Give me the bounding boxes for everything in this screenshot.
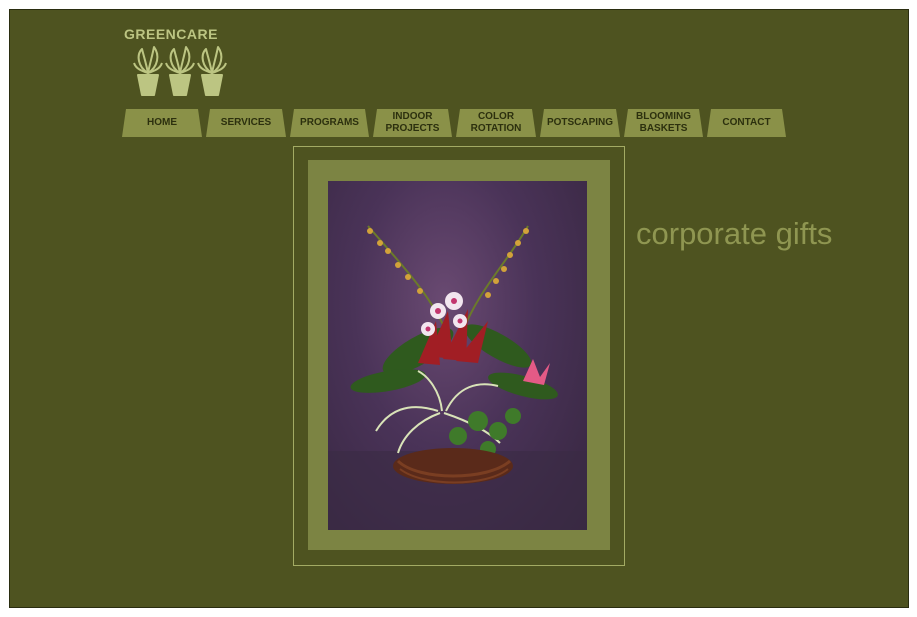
nav-tab-color-rotation[interactable]: COLOR ROTATION [456,109,536,137]
main-navigation: HOME SERVICES PROGRAMS INDOOR PROJECTS C… [122,109,802,139]
potted-plant-icon [165,46,195,96]
nav-tab-services[interactable]: SERVICES [206,109,286,137]
plant-arrangement-image [328,225,587,530]
nav-tab-blooming-baskets[interactable]: BLOOMING BASKETS [624,109,703,137]
nav-tab-potscaping[interactable]: POTSCAPING [540,109,620,137]
nav-tab-programs[interactable]: PROGRAMS [290,109,369,137]
photo-frame [293,146,625,566]
logo-plants-graphic [133,46,227,96]
potted-plant-icon [197,46,227,96]
nav-tab-home[interactable]: HOME [122,109,202,137]
brand-name: GREENCARE [124,26,218,42]
page-background: GREENCARE HOME SERVICES PROGRAMS INDOOR … [9,9,909,608]
nav-tab-contact[interactable]: CONTACT [707,109,786,137]
nav-tab-indoor-projects[interactable]: INDOOR PROJECTS [373,109,452,137]
page-heading: corporate gifts [636,216,833,251]
site-logo[interactable]: GREENCARE [124,26,234,98]
potted-plant-icon [133,46,163,96]
photo-mat [308,160,610,550]
plant-arrangement-photo [328,181,587,530]
